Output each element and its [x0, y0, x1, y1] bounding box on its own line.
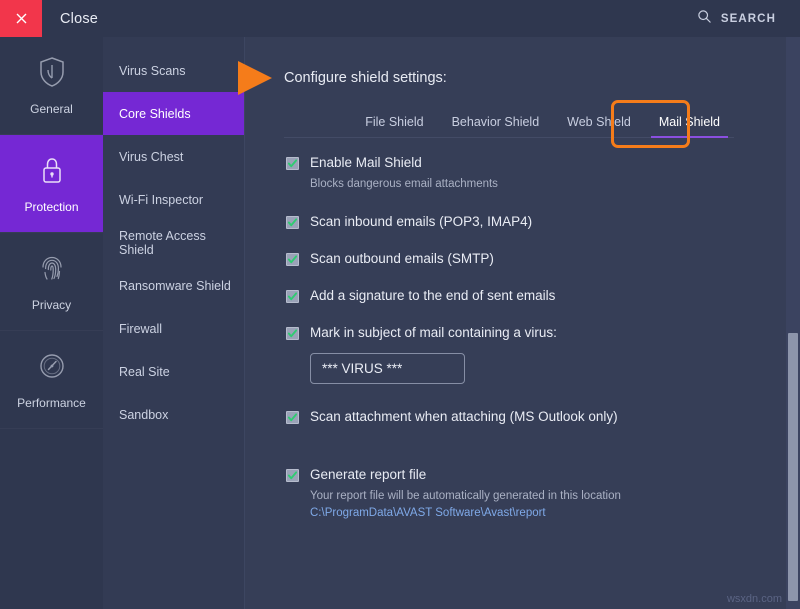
nav-label: Core Shields — [119, 107, 191, 121]
option-description: Blocks dangerous email attachments — [310, 177, 766, 192]
tab-file-shield[interactable]: File Shield — [351, 115, 437, 137]
search-button[interactable]: SEARCH — [697, 0, 776, 37]
sidebar-filler — [0, 429, 103, 609]
close-label: Close — [60, 11, 98, 27]
shield-tabs: File Shield Behavior Shield Web Shield M… — [284, 105, 734, 138]
report-path-link[interactable]: C:\ProgramData\AVAST Software\Avast\repo… — [310, 506, 766, 521]
checkbox-enable-mail-shield[interactable] — [286, 157, 299, 170]
option-label: Scan inbound emails (POP3, IMAP4) — [310, 214, 532, 230]
search-label: SEARCH — [721, 13, 776, 25]
nav-item-remote-access-shield[interactable]: Remote Access Shield — [103, 221, 244, 264]
nav-item-ransomware-shield[interactable]: Ransomware Shield — [103, 264, 244, 307]
nav-label: Real Site — [119, 365, 170, 379]
scrollbar-track[interactable] — [786, 37, 800, 609]
checkbox-scan-attachment-outlook[interactable] — [286, 411, 299, 424]
nav-item-virus-scans[interactable]: Virus Scans — [103, 49, 244, 92]
sidebar-item-performance[interactable]: Performance — [0, 331, 103, 429]
nav-item-real-site[interactable]: Real Site — [103, 350, 244, 393]
option-label: Add a signature to the end of sent email… — [310, 288, 555, 304]
tab-label: File Shield — [365, 115, 423, 129]
nav-label: Firewall — [119, 322, 162, 336]
watermark: wsxdn.com — [727, 593, 782, 605]
gauge-icon — [38, 350, 66, 387]
nav-item-virus-chest[interactable]: Virus Chest — [103, 135, 244, 178]
avast-settings-window: Close SEARCH General — [0, 0, 800, 609]
tab-label: Behavior Shield — [452, 115, 540, 129]
secondary-nav: Virus Scans Core Shields Virus Chest Wi-… — [103, 37, 245, 609]
option-scan-outbound: Scan outbound emails (SMTP) — [286, 251, 766, 267]
scrollbar-thumb[interactable] — [788, 333, 798, 601]
nav-item-core-shields[interactable]: Core Shields — [103, 92, 244, 135]
title-bar: Close SEARCH — [0, 0, 800, 37]
orange-arrow-pointer-icon — [238, 61, 272, 95]
nav-item-sandbox[interactable]: Sandbox — [103, 393, 244, 436]
nav-label: Virus Chest — [119, 150, 183, 164]
checkbox-scan-inbound[interactable] — [286, 216, 299, 229]
option-scan-inbound: Scan inbound emails (POP3, IMAP4) — [286, 214, 766, 230]
sidebar-item-protection[interactable]: Protection — [0, 135, 103, 233]
option-generate-report: Generate report file Your report file wi… — [286, 467, 766, 521]
option-label: Scan attachment when attaching (MS Outlo… — [310, 409, 618, 425]
checkbox-add-signature[interactable] — [286, 290, 299, 303]
shield-icon — [38, 56, 66, 93]
fingerprint-icon — [38, 252, 66, 289]
option-enable-mail-shield: Enable Mail Shield Blocks dangerous emai… — [286, 155, 766, 192]
tab-web-shield[interactable]: Web Shield — [553, 115, 645, 137]
option-label: Mark in subject of mail containing a vir… — [310, 325, 557, 341]
nav-label: Remote Access Shield — [119, 229, 244, 257]
nav-item-firewall[interactable]: Firewall — [103, 307, 244, 350]
nav-label: Sandbox — [119, 408, 168, 422]
search-icon — [697, 9, 712, 29]
virus-mark-input[interactable] — [310, 353, 465, 384]
tab-behavior-shield[interactable]: Behavior Shield — [438, 115, 554, 137]
option-label: Generate report file — [310, 467, 426, 483]
option-add-signature: Add a signature to the end of sent email… — [286, 288, 766, 304]
checkbox-scan-outbound[interactable] — [286, 253, 299, 266]
primary-sidebar: General Protection — [0, 37, 103, 609]
sidebar-item-general[interactable]: General — [0, 37, 103, 135]
checkbox-generate-report[interactable] — [286, 469, 299, 482]
main-content-panel: Configure shield settings: File Shield B… — [245, 37, 800, 609]
nav-item-wifi-inspector[interactable]: Wi-Fi Inspector — [103, 178, 244, 221]
sidebar-label-general: General — [30, 102, 73, 116]
nav-label: Virus Scans — [119, 64, 185, 78]
option-mark-subject: Mark in subject of mail containing a vir… — [286, 325, 766, 384]
tab-label: Mail Shield — [659, 115, 720, 129]
option-label: Enable Mail Shield — [310, 155, 422, 171]
close-button[interactable] — [0, 0, 42, 37]
nav-label: Ransomware Shield — [119, 279, 231, 293]
sidebar-item-privacy[interactable]: Privacy — [0, 233, 103, 331]
report-description: Your report file will be automatically g… — [310, 489, 766, 504]
checkbox-mark-subject[interactable] — [286, 327, 299, 340]
sidebar-label-performance: Performance — [17, 396, 86, 410]
mail-shield-options: Enable Mail Shield Blocks dangerous emai… — [286, 155, 766, 521]
close-icon — [14, 11, 29, 26]
nav-label: Wi-Fi Inspector — [119, 193, 203, 207]
lock-icon — [38, 154, 66, 191]
tab-mail-shield[interactable]: Mail Shield — [645, 115, 734, 137]
option-label: Scan outbound emails (SMTP) — [310, 251, 494, 267]
sidebar-label-protection: Protection — [24, 200, 78, 214]
option-scan-attachment-outlook: Scan attachment when attaching (MS Outlo… — [286, 409, 766, 425]
page-title: Configure shield settings: — [284, 70, 447, 86]
sidebar-label-privacy: Privacy — [32, 298, 71, 312]
tab-label: Web Shield — [567, 115, 631, 129]
